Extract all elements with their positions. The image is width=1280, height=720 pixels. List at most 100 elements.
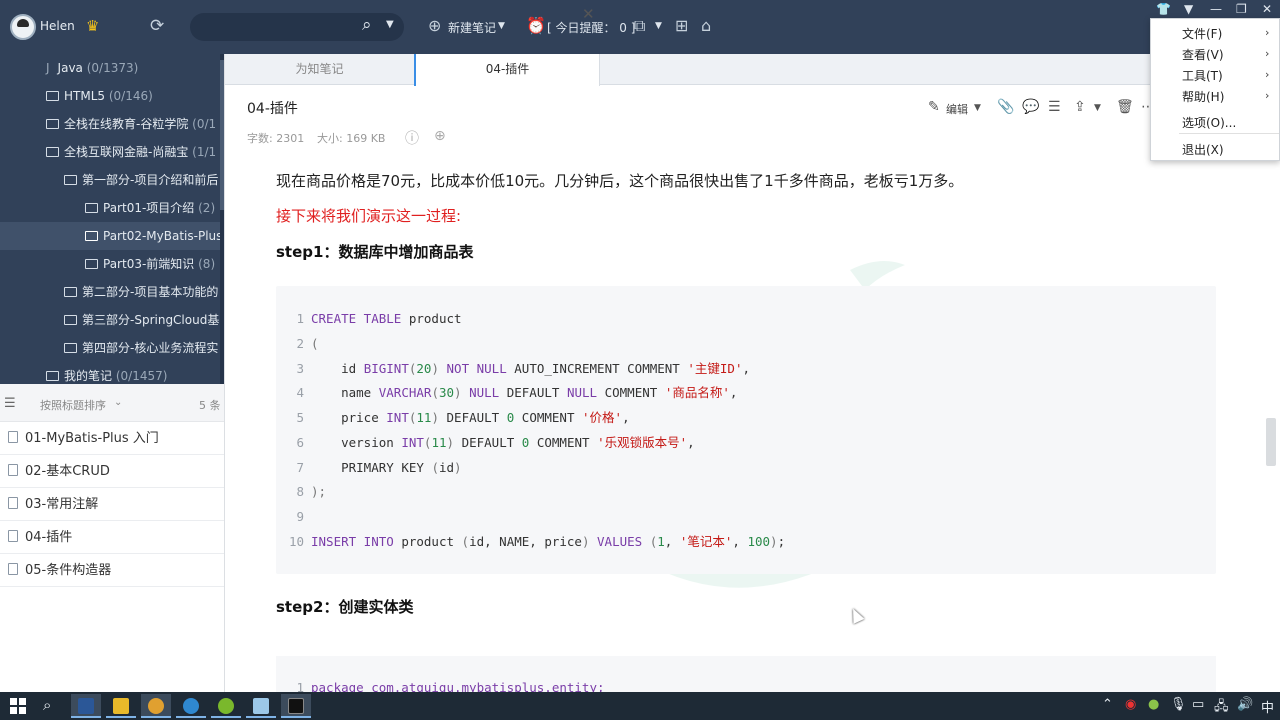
- add-tag-icon[interactable]: ⊕: [434, 128, 446, 144]
- search-input[interactable]: [190, 13, 404, 41]
- sync-icon[interactable]: ⟳: [150, 16, 164, 36]
- tray-app-icon[interactable]: ◉: [1125, 697, 1136, 712]
- windows-start-icon[interactable]: [10, 698, 26, 714]
- restore-icon[interactable]: ❐: [1236, 2, 1247, 16]
- menu-item-options[interactable]: 选项(O)...: [1182, 114, 1236, 131]
- close-window-icon[interactable]: ✕: [1262, 2, 1272, 16]
- folder-icon: [46, 119, 59, 129]
- code-block[interactable]: 1 package com.atguigu.mybatisplus.entity;: [276, 656, 1216, 696]
- list-item[interactable]: 03-常用注解: [0, 488, 224, 521]
- folder-icon: [85, 231, 98, 241]
- search-dropdown-icon[interactable]: ▼: [386, 19, 394, 30]
- tab-plugin[interactable]: 04-插件: [414, 54, 600, 86]
- search-icon[interactable]: ⌕: [43, 696, 51, 714]
- wiznote-app-icon[interactable]: [176, 694, 206, 718]
- delete-icon[interactable]: 🗑: [1116, 99, 1134, 115]
- vip-crown-icon[interactable]: ♛: [86, 17, 99, 35]
- word-app-icon[interactable]: [71, 694, 101, 718]
- share-icon[interactable]: ⇪: [1074, 99, 1086, 115]
- comment-icon[interactable]: 💬: [1022, 99, 1039, 115]
- java-icon: J: [46, 61, 50, 75]
- list-item[interactable]: 01-MyBatis-Plus 入门: [0, 422, 224, 455]
- search-icon[interactable]: ⌕: [362, 15, 372, 35]
- tab-wiz-home[interactable]: 为知笔记: [225, 54, 414, 85]
- step2-heading: step2：创建实体类: [276, 598, 414, 616]
- close-tab-icon[interactable]: ✕: [582, 5, 595, 23]
- tree-item-java[interactable]: J Java (0/1373): [46, 54, 138, 82]
- notepad-app-icon[interactable]: [246, 694, 276, 718]
- ime-indicator[interactable]: 中: [1261, 697, 1274, 716]
- sort-chevron-icon[interactable]: ⌄: [114, 397, 122, 408]
- document-icon: [8, 464, 18, 476]
- document-icon: [8, 530, 18, 542]
- info-icon[interactable]: ⓘ: [405, 128, 419, 148]
- export-dropdown-icon[interactable]: ▼: [655, 21, 662, 31]
- code-line: 9: [296, 509, 304, 524]
- menu-item-file[interactable]: 文件(F): [1182, 25, 1222, 42]
- tree-item-part4[interactable]: 第四部分-核心业务流程实: [64, 334, 218, 362]
- share-dropdown-icon[interactable]: ▼: [1094, 103, 1101, 113]
- menu-dropdown-icon[interactable]: ▼: [1184, 2, 1193, 16]
- battery-icon[interactable]: ▭: [1192, 697, 1204, 712]
- intellij-app-icon[interactable]: [281, 694, 311, 718]
- tray-app-icon[interactable]: ●: [1148, 697, 1159, 712]
- skin-icon[interactable]: 👕: [1156, 2, 1171, 16]
- minimize-icon[interactable]: —: [1210, 2, 1222, 16]
- edit-button[interactable]: 编辑: [946, 101, 968, 117]
- code-block[interactable]: 1 CREATE TABLE product 2( 3 id BIGINT(20)…: [276, 286, 1216, 574]
- network-icon[interactable]: 🖧: [1214, 697, 1229, 719]
- attachment-icon[interactable]: 📎: [997, 99, 1014, 115]
- outline-icon[interactable]: ☰: [1048, 99, 1061, 115]
- list-item[interactable]: 05-条件构造器: [0, 554, 224, 587]
- list-item[interactable]: 04-插件: [0, 521, 224, 554]
- new-note-dropdown-icon[interactable]: ▼: [498, 21, 505, 31]
- tree-item-guli[interactable]: 全栈在线教育-谷粒学院 (0/1: [46, 110, 216, 138]
- app-icon[interactable]: [211, 694, 241, 718]
- document-icon: [8, 431, 18, 443]
- tree-item-part1[interactable]: 第一部分-项目介绍和前后: [64, 166, 218, 194]
- menu-item-exit[interactable]: 退出(X): [1182, 141, 1224, 158]
- edit-icon[interactable]: ✎: [928, 99, 940, 115]
- list-item[interactable]: 02-基本CRUD: [0, 455, 224, 488]
- tree-item-shangrongbao[interactable]: 全栈互联网金融-尚融宝 (1/1: [46, 138, 216, 166]
- alarm-icon[interactable]: ⏰: [526, 16, 546, 35]
- tree-item-part01[interactable]: Part01-项目介绍 (2): [85, 194, 215, 222]
- tray-expand-icon[interactable]: ⌃: [1102, 697, 1113, 712]
- submenu-arrow-icon: ›: [1265, 47, 1270, 60]
- content-scrollbar-thumb[interactable]: [1266, 418, 1276, 466]
- tree-item-part02-selected[interactable]: Part02-MyBatis-Plus: [0, 222, 224, 250]
- home-icon[interactable]: ⌂: [701, 16, 711, 35]
- tree-item-part2[interactable]: 第二部分-项目基本功能的: [64, 278, 218, 306]
- explorer-app-icon[interactable]: [106, 694, 136, 718]
- menu-item-view[interactable]: 查看(V): [1182, 46, 1224, 63]
- folder-icon: [64, 175, 77, 185]
- user-avatar[interactable]: [10, 14, 36, 40]
- menu-item-help[interactable]: 帮助(H): [1182, 88, 1224, 105]
- volume-icon[interactable]: 🔊: [1237, 697, 1253, 712]
- pane-divider[interactable]: [224, 54, 225, 692]
- folder-icon: [46, 371, 59, 381]
- chrome-app-icon[interactable]: [141, 694, 171, 718]
- username[interactable]: Helen: [40, 19, 75, 33]
- list-icon[interactable]: ☰: [4, 396, 16, 411]
- code-line: 8);: [296, 484, 327, 499]
- tree-item-part03[interactable]: Part03-前端知识 (8): [85, 250, 215, 278]
- grid-icon[interactable]: ⊞: [675, 16, 688, 35]
- menu-item-tools[interactable]: 工具(T): [1182, 67, 1223, 84]
- export-icon[interactable]: ⧉: [634, 16, 645, 36]
- word-count: 字数: 2301: [247, 132, 305, 145]
- code-line: 4 name VARCHAR(30) NULL DEFAULT NULL COM…: [296, 385, 738, 400]
- tree-item-my-notes[interactable]: 我的笔记 (0/1457): [46, 362, 167, 384]
- plus-circle-icon[interactable]: ⊕: [428, 16, 441, 35]
- new-note-button[interactable]: 新建笔记: [448, 19, 496, 36]
- folder-icon: [85, 259, 98, 269]
- document-icon: [8, 497, 18, 509]
- tree-item-part3[interactable]: 第三部分-SpringCloud基: [64, 306, 219, 334]
- tree-item-html5[interactable]: HTML5 (0/146): [46, 82, 153, 110]
- note-list-header: ☰ 按照标题排序 ⌄ 5 条: [0, 384, 224, 422]
- tab-bar: 为知笔记 04-插件: [225, 54, 1280, 86]
- top-toolbar: Helen ♛ ⟳ ⌕ ▼ ⊕ 新建笔记 ▼ ⏰ [ 今日提醒： 0 ] ⧉ ▼…: [0, 0, 1280, 54]
- microphone-icon[interactable]: 🎙: [1170, 697, 1187, 712]
- sort-dropdown[interactable]: 按照标题排序: [40, 397, 106, 413]
- edit-dropdown-icon[interactable]: ▼: [974, 103, 981, 113]
